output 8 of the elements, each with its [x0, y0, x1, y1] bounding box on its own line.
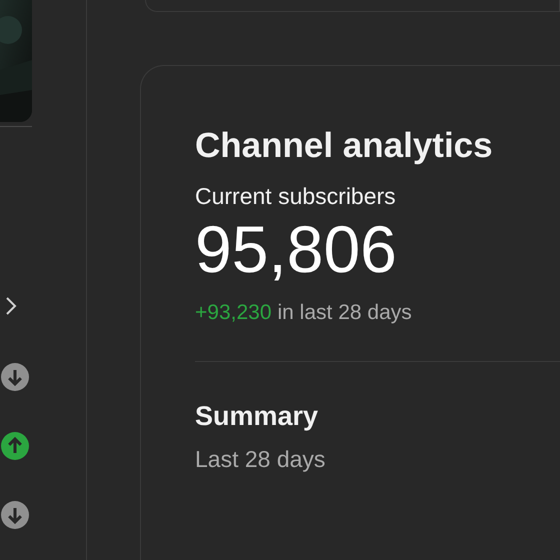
subscribers-label: Current subscribers [195, 182, 397, 211]
summary-title: Summary [195, 400, 320, 433]
subscriber-count: 95,806 [195, 211, 398, 287]
change-period: in last 28 days [278, 300, 412, 326]
chevron-right-icon[interactable] [4, 295, 18, 317]
summary-period: Last 28 days [195, 445, 326, 474]
subscriber-change: +93,230 [195, 300, 272, 326]
card-title: Channel analytics [195, 125, 494, 167]
